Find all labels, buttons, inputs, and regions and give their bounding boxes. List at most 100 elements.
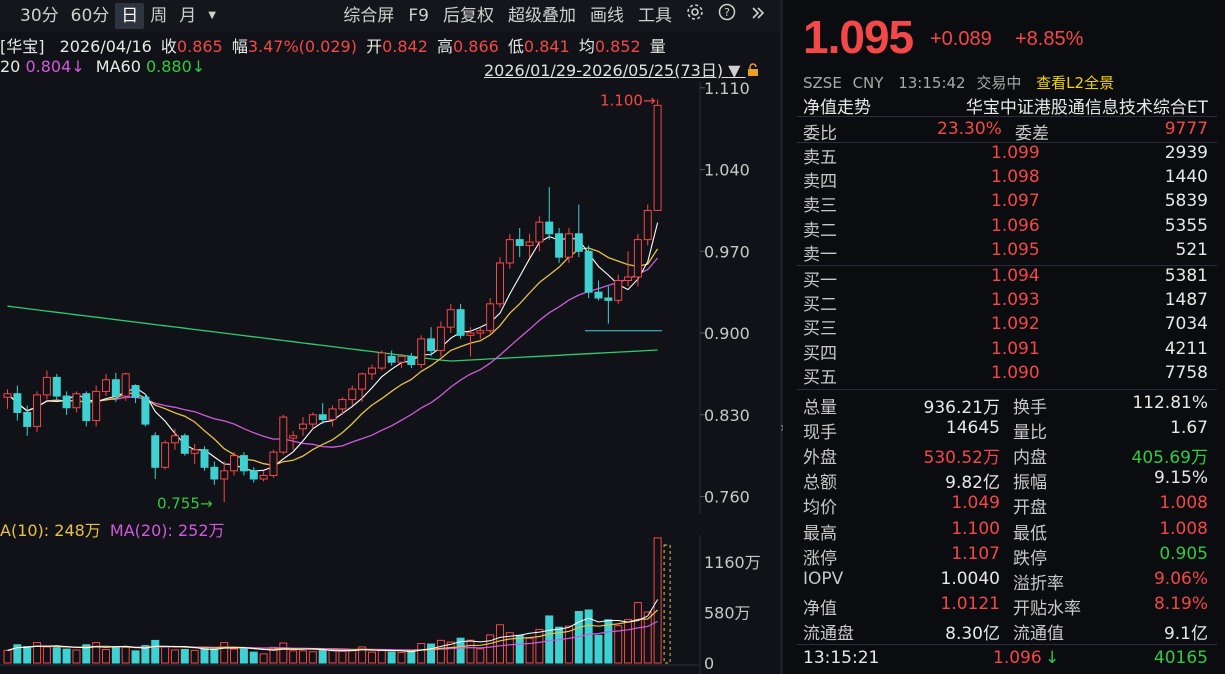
stat-value: 9.06% (1153, 568, 1208, 589)
candle-body (220, 470, 229, 480)
stats-row: 均价 1.049 开盘 1.008 (803, 493, 1208, 519)
volume-bar (505, 632, 514, 664)
volume-bar (624, 619, 633, 664)
tools-button[interactable]: 工具 (632, 3, 678, 29)
stat-label: 量比 (1013, 423, 1047, 444)
candle-body (249, 470, 258, 480)
candlestick-chart[interactable]: 1.110 1.040 0.970 0.900 0.830 0.760 1.100→ 0.75… (0, 82, 780, 514)
candle-body (72, 393, 81, 409)
candle-body (594, 291, 603, 299)
stat-value: 9.15% (1153, 468, 1208, 489)
ask-row[interactable]: 卖二 1.096 5355 (803, 216, 1208, 241)
candle-body (180, 435, 189, 454)
ask-level-label: 卖二 (803, 220, 837, 241)
candle-body (604, 297, 613, 301)
volume-bar (111, 646, 120, 664)
fund-name: 华宝中证港股通信息技术综合ET (965, 98, 1208, 118)
volume-bar (545, 615, 554, 664)
volume-bar (239, 648, 248, 664)
ask-row[interactable]: 卖一 1.095 521 (803, 240, 1208, 265)
stats-row: 净值 1.0121 开贴水率 8.19% (803, 594, 1208, 619)
tick-row: 13:15:21 1.096 ↓ 40165 (803, 648, 1208, 672)
bid-volume: 5381 (1164, 266, 1208, 286)
candle-body (446, 309, 455, 328)
candle-body (377, 352, 386, 369)
back-adjust-button[interactable]: 后复权 (437, 3, 500, 29)
bid-row[interactable]: 买三 1.092 7034 (803, 314, 1208, 339)
stat-label: 开贴水率 (1013, 598, 1081, 619)
stat-label: 开盘 (1013, 498, 1047, 519)
bid-row[interactable]: 买五 1.090 7758 (803, 363, 1208, 388)
volume-tick-label: 1160万 (704, 553, 761, 572)
stat-label: 最高 (803, 523, 837, 544)
order-diff-value: 9777 (1164, 119, 1208, 139)
ask-row[interactable]: 卖五 1.099 2939 (803, 143, 1208, 168)
f9-button[interactable]: F9 (402, 3, 435, 29)
volume-label: 量 (649, 37, 666, 56)
period-week-tab[interactable]: 周 (144, 3, 173, 29)
fund-nav-row[interactable]: 净值走势 华宝中证港股通信息技术综合ET (803, 93, 1208, 118)
stat-label: IOPV (803, 568, 844, 589)
volume-bar (299, 650, 307, 664)
bid-row[interactable]: 买一 1.094 5381 (803, 266, 1208, 291)
volume-bar (289, 650, 298, 664)
price-change: +0.089 (930, 28, 992, 50)
draw-line-button[interactable]: 画线 (584, 3, 630, 29)
bid-volume: 1487 (1164, 290, 1208, 311)
bid-price: 1.091 (991, 338, 1040, 359)
low-marker-label: 0.755→ (157, 494, 213, 512)
volume-bar (525, 637, 534, 664)
quote-meta: SZSE CNY 13:15:42 交易中 查看L2全景 (803, 72, 1114, 93)
composite-screen-button[interactable]: 综合屏 (337, 3, 400, 29)
bid-row[interactable]: 买四 1.091 4211 (803, 338, 1208, 364)
volume-bar (486, 634, 495, 664)
stat-label: 外盘 (803, 448, 837, 469)
bid-price: 1.094 (991, 266, 1040, 286)
period-month-tab[interactable]: 月 (173, 3, 202, 29)
volume-chart[interactable]: 1160万 580万 0 (0, 535, 780, 674)
candle-body (42, 376, 51, 396)
volume-bar (348, 649, 357, 664)
period-day-tab[interactable]: 日 (115, 3, 145, 29)
volume-bar (594, 634, 603, 664)
ask-row[interactable]: 卖三 1.097 5839 (803, 191, 1208, 216)
volume-bar (180, 649, 189, 664)
ask-row[interactable]: 卖四 1.098 1440 (803, 167, 1208, 192)
candle-body (299, 423, 307, 430)
lock-icon[interactable] (746, 62, 760, 81)
bid-level-label: 买五 (803, 367, 837, 388)
dropdown-triangle-icon[interactable]: ▼ (728, 61, 740, 80)
period-dropdown[interactable]: ▼ (202, 3, 222, 29)
date-range-selector[interactable]: 2026/01/29-2026/05/25(73日) ▼ (484, 57, 760, 81)
candle-body (3, 393, 12, 398)
nav-trend-label[interactable]: 净值走势 (803, 93, 871, 118)
avg-label: 均 (578, 37, 595, 56)
candle-body (417, 338, 426, 366)
candle-body (151, 435, 160, 468)
candle-body (33, 394, 42, 427)
gear-icon[interactable] (680, 3, 710, 29)
volume-bar (328, 649, 337, 664)
stat-value: 530.52万 (923, 448, 1000, 469)
low-label: 低 (507, 37, 524, 56)
candle-body (161, 442, 170, 468)
double-chevron-right-icon[interactable] (744, 3, 772, 29)
ask-volume: 1440 (1164, 167, 1208, 188)
stats-row: 涨停 1.107 跌停 0.905 (803, 544, 1208, 569)
price-tick-label: 0.900 (704, 324, 750, 343)
separator (797, 389, 1217, 390)
open-value: 0.842 (382, 37, 428, 56)
security-name: [华宝] (0, 37, 45, 56)
period-30min-tab[interactable]: 30分 (14, 3, 65, 29)
help-icon[interactable]: ? (712, 3, 742, 29)
l2-panorama-link[interactable]: 查看L2全景 (1036, 74, 1114, 92)
candle-body (259, 474, 268, 480)
volume-bar (200, 648, 209, 664)
close-label: 收 (160, 37, 177, 56)
svg-text:?: ? (724, 6, 730, 19)
bid-row[interactable]: 买二 1.093 1487 (803, 290, 1208, 315)
candle-body (367, 367, 376, 375)
period-60min-tab[interactable]: 60分 (65, 3, 116, 29)
ask-volume: 5839 (1164, 191, 1208, 212)
super-overlay-button[interactable]: 超级叠加 (502, 3, 582, 29)
